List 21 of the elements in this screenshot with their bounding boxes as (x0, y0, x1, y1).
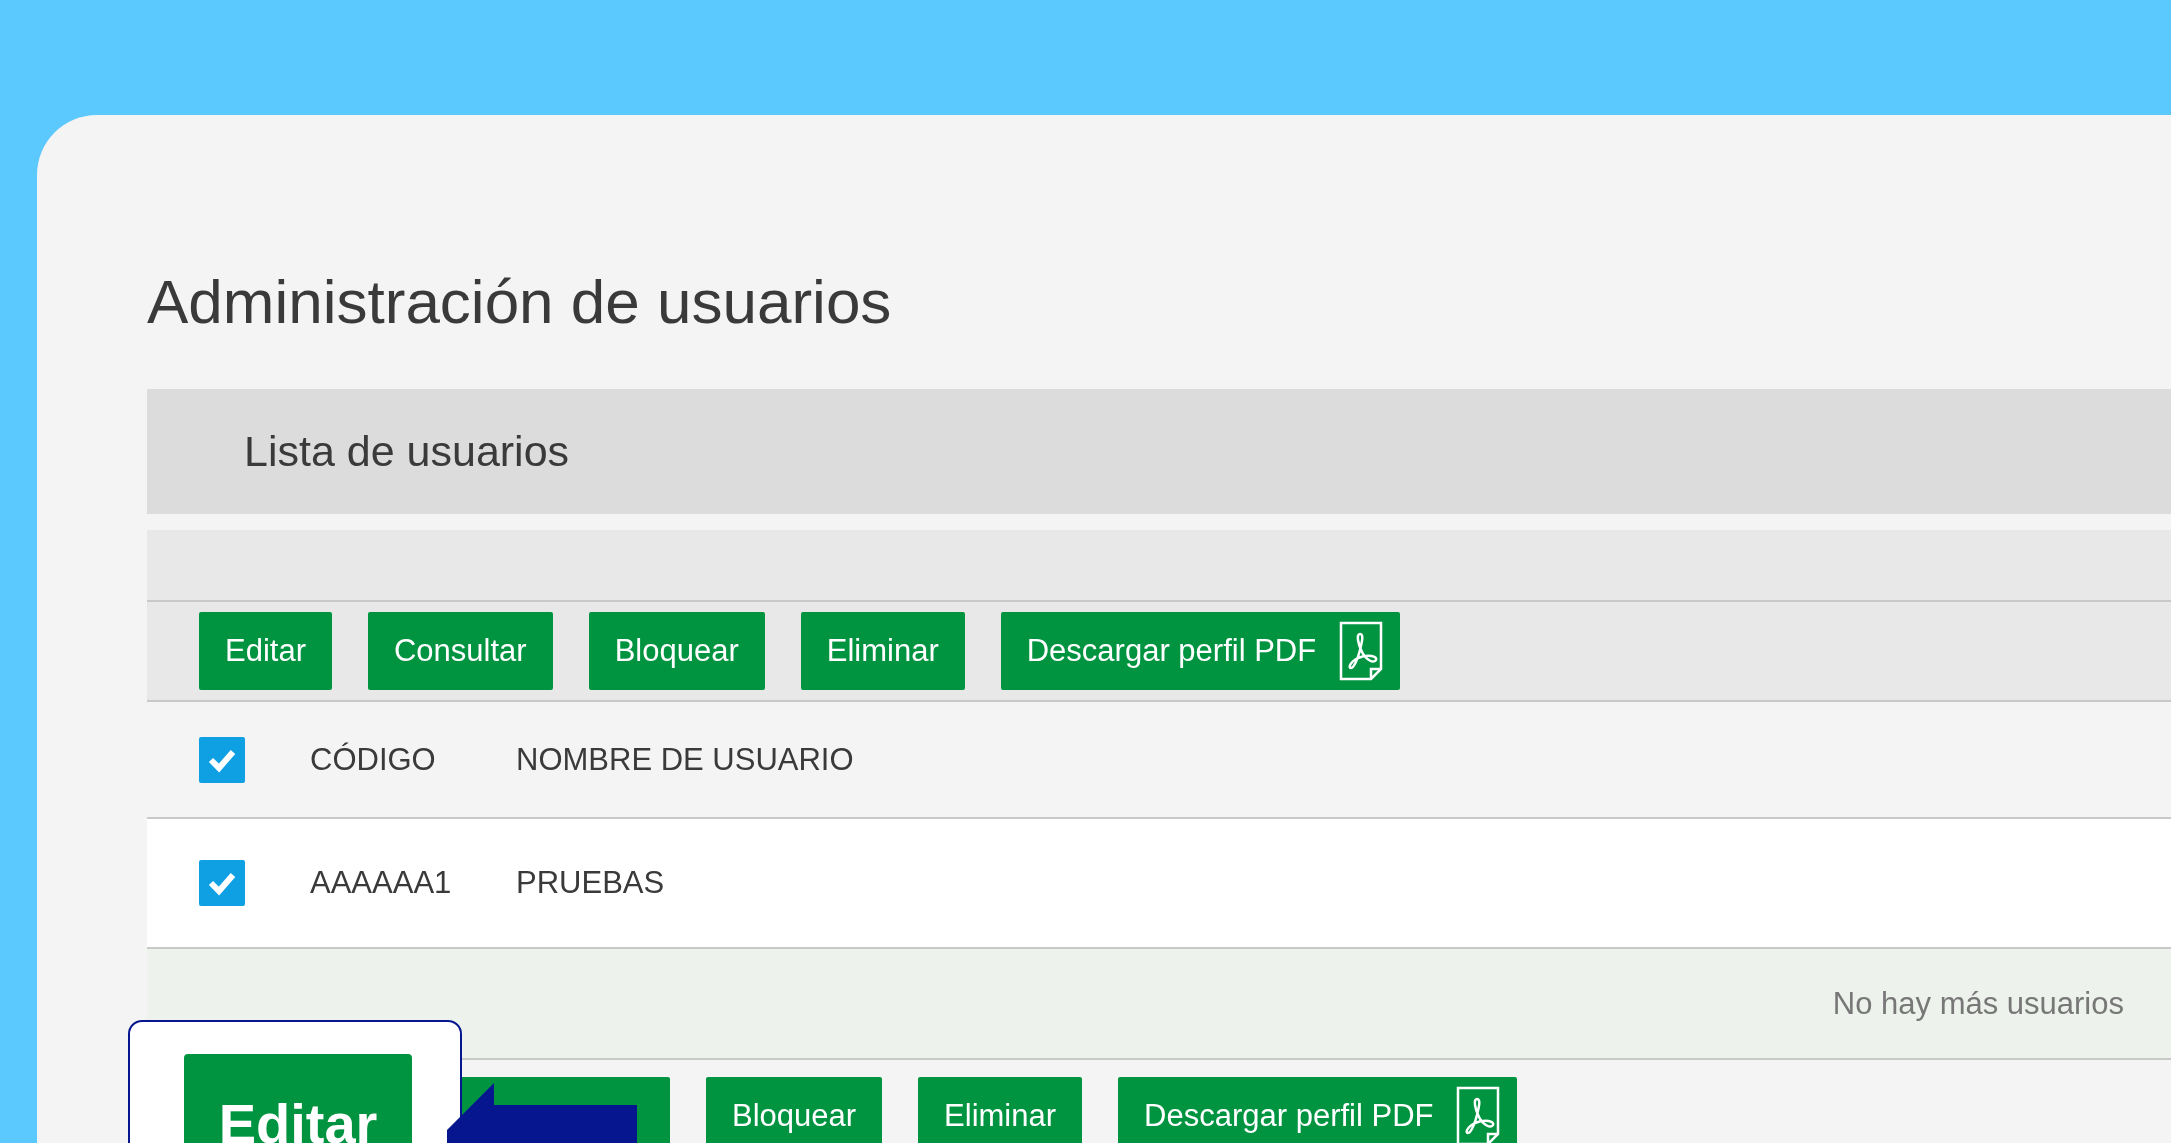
action-button[interactable]: Bloquear (706, 1077, 883, 1143)
table-row[interactable]: AAAAAA1 PRUEBAS (147, 819, 2171, 950)
footer-note: No hay más usuarios (1832, 985, 2124, 1022)
download-pdf-button[interactable]: Descargar perfil PDF (1118, 1077, 1518, 1143)
table-cell-text: AAAAAA1 (310, 865, 453, 902)
pdf-icon (1338, 620, 1385, 683)
action-button[interactable]: Bloquear (588, 612, 765, 691)
download-pdf-button[interactable]: Descargar perfil PDF (1000, 612, 1401, 691)
column-header: NOMBRE DE USUARIO (516, 741, 855, 778)
page-title: Administración de usuarios (147, 266, 892, 338)
action-button[interactable]: Eliminar (800, 612, 965, 691)
panel-title: Lista de usuarios (244, 427, 570, 477)
column-header: CÓDIGO (310, 741, 437, 778)
action-button[interactable]: Consultar (368, 612, 553, 691)
action-button[interactable]: Eliminar (918, 1077, 1083, 1143)
pdf-icon (1455, 1085, 1502, 1143)
edit-button[interactable]: Editar (184, 1054, 412, 1143)
checkbox[interactable] (199, 736, 245, 783)
table-cell-text: PRUEBAS (516, 865, 666, 902)
action-button[interactable]: Editar (199, 612, 332, 691)
checkbox[interactable] (199, 860, 245, 907)
